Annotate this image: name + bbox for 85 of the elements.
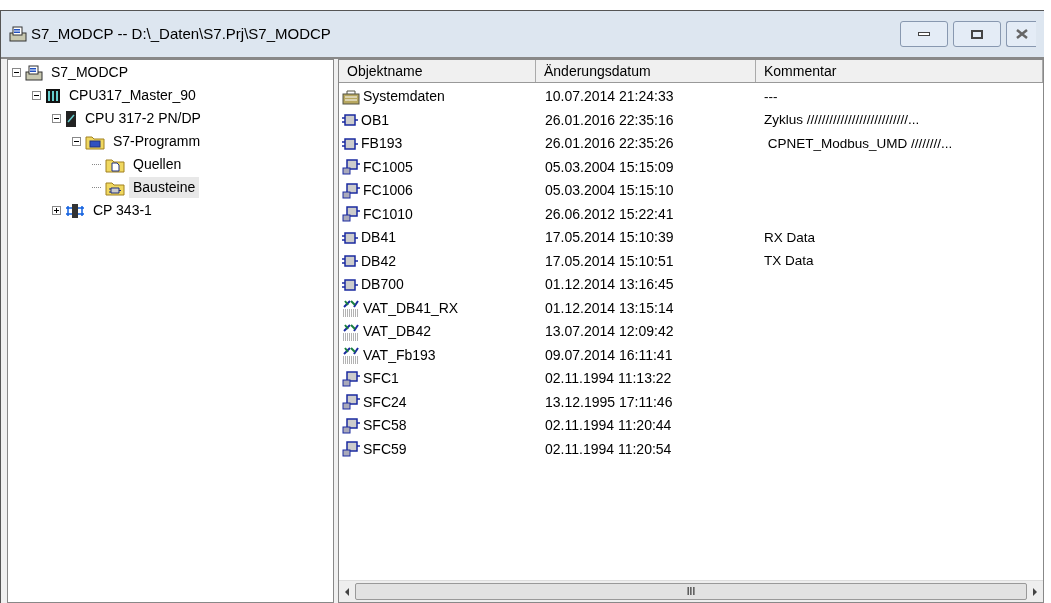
table-cell-text: RX Data	[763, 228, 816, 247]
scroll-right-icon[interactable]	[1031, 586, 1039, 597]
variable-table-icon	[342, 322, 360, 341]
table-cell-text: TX Data	[763, 252, 814, 271]
function-block-icon	[342, 394, 360, 411]
rack-icon	[45, 87, 61, 104]
table-cell-text: 01.12.2014 13:15:14	[544, 298, 675, 318]
folder-icon	[105, 179, 125, 196]
table-cell-text: 05.03.2004 15:15:09	[544, 157, 675, 177]
object-name[interactable]: VAT_Fb193	[363, 344, 436, 366]
minimize-button[interactable]	[900, 21, 948, 47]
horizontal-scrollbar[interactable]: III	[339, 580, 1043, 602]
close-icon	[1015, 29, 1028, 39]
table-cell-text: 10.07.2014 21:24:33	[544, 87, 675, 107]
scroll-left-icon[interactable]	[343, 586, 351, 597]
table-cell-text: 09.07.2014 16:11:41	[544, 345, 674, 365]
table-cell-text: 13.12.1995 17:11:46	[544, 392, 674, 412]
tree-item[interactable]: CPU 317-2 PN/DP	[81, 108, 205, 129]
object-name[interactable]: DB41	[361, 227, 397, 249]
window-title: S7_MODCP -- D:\_Daten\S7.Prj\S7_MODCP	[31, 23, 331, 44]
tree-item[interactable]: Bausteine	[129, 177, 200, 198]
variable-table-icon	[342, 346, 360, 365]
object-name[interactable]: OB1	[361, 109, 389, 131]
object-name[interactable]: FC1010	[363, 203, 413, 225]
block-icon	[342, 255, 358, 268]
table-cell-text: 26.01.2016 22:35:16	[544, 110, 675, 130]
object-name[interactable]: Systemdaten	[363, 86, 445, 108]
expander-box[interactable]	[72, 137, 81, 146]
object-name[interactable]: FC1005	[363, 156, 413, 178]
close-button[interactable]	[1006, 21, 1036, 47]
block-icon	[342, 137, 358, 150]
tree-item[interactable]: Quellen	[129, 154, 186, 175]
object-name[interactable]: SFC24	[363, 391, 407, 413]
block-icon	[342, 114, 358, 127]
module-icon	[65, 109, 77, 128]
expander-box[interactable]	[12, 68, 21, 77]
tree-item[interactable]: CP 343-1	[89, 200, 156, 221]
object-name[interactable]: DB700	[361, 274, 404, 296]
toolbox-icon	[342, 88, 360, 105]
function-block-icon	[342, 370, 360, 387]
function-block-icon	[342, 182, 360, 199]
table-cell-text: Zyklus ///////////////////////////...	[763, 111, 920, 130]
function-block-icon	[342, 441, 360, 458]
function-block-icon	[342, 159, 360, 176]
project-icon	[9, 26, 27, 42]
table-cell-text: 13.07.2014 12:09:42	[544, 322, 675, 342]
tree-item[interactable]: S7-Programm	[109, 131, 205, 152]
table-cell-text: ---	[763, 87, 778, 106]
object-name[interactable]: SFC58	[363, 415, 407, 437]
table-cell-text: 26.06.2012 15:22:41	[544, 204, 675, 224]
folder-icon	[85, 133, 105, 150]
restore-button[interactable]	[953, 21, 1001, 47]
table-cell-text: 17.05.2014 15:10:39	[544, 228, 675, 248]
block-icon	[342, 231, 358, 244]
tree-item[interactable]: S7_MODCP	[47, 62, 133, 83]
function-block-icon	[342, 206, 360, 223]
column-header[interactable]: Objektname	[339, 60, 536, 82]
tree-item[interactable]: CPU317_Master_90	[65, 85, 200, 106]
function-block-icon	[342, 417, 360, 434]
network-module-icon	[65, 202, 85, 219]
object-name[interactable]: VAT_DB41_RX	[363, 297, 459, 319]
table-cell-text: 02.11.1994 11:20:44	[544, 416, 673, 436]
table-cell-text: 26.01.2016 22:35:26	[544, 134, 675, 154]
expander-box[interactable]	[52, 206, 61, 215]
scrollbar-thumb[interactable]: III	[355, 583, 1027, 600]
object-name[interactable]: DB42	[361, 250, 397, 272]
table-cell-text: CPNET_Modbus_UMD ////////...	[766, 134, 953, 153]
object-name[interactable]: VAT_DB42	[363, 321, 431, 343]
table-cell-text: 05.03.2004 15:15:10	[544, 181, 675, 201]
object-name[interactable]: SFC1	[363, 368, 399, 390]
table-cell-text: 17.05.2014 15:10:51	[544, 251, 675, 271]
column-header[interactable]: Änderungsdatum	[536, 60, 756, 82]
expander-box[interactable]	[52, 114, 61, 123]
object-name[interactable]: FB193	[361, 133, 403, 155]
block-icon	[342, 278, 358, 291]
table-cell-text: 02.11.1994 11:20:54	[544, 439, 673, 459]
folder-icon	[105, 156, 125, 173]
table-cell-text: 01.12.2014 13:16:45	[544, 275, 675, 295]
object-name[interactable]: FC1006	[363, 180, 413, 202]
column-header[interactable]: Kommentar	[756, 60, 1043, 82]
project-icon	[25, 64, 43, 81]
variable-table-icon	[342, 299, 360, 318]
expander-box[interactable]	[32, 91, 41, 100]
object-name[interactable]: SFC59	[363, 438, 407, 460]
table-cell-text: 02.11.1994 11:13:22	[544, 369, 673, 389]
